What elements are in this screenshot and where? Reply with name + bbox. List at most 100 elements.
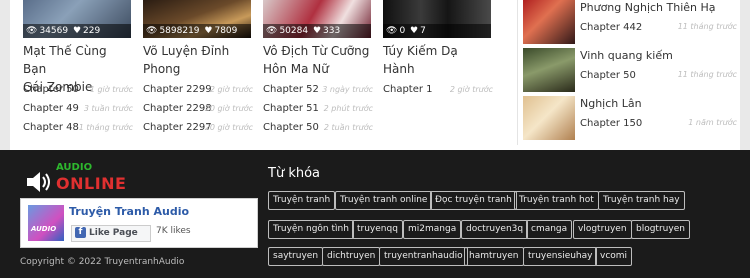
- chapter-row[interactable]: Chapter 2299 2 giờ trước: [143, 80, 253, 99]
- chapter-link[interactable]: Chapter 2297: [143, 122, 212, 133]
- comic-title[interactable]: Mạt Thế Cùng Bạn Gái Zombie: [23, 42, 133, 94]
- like-count: 229: [83, 26, 101, 36]
- sidebar-item[interactable]: Phương Nghịch Thiên Hạ Chapter 442 11 th…: [523, 0, 740, 46]
- keyword-tag[interactable]: dichtruyen: [322, 247, 381, 266]
- footer: AUDIO ONLINE AUDIO Truyện Tranh Audio fL…: [0, 150, 750, 278]
- keyword-tag[interactable]: Truyện tranh hay: [598, 191, 685, 210]
- sidebar-chapter-link[interactable]: Chapter 442: [580, 22, 642, 33]
- keyword-tag[interactable]: saytruyen: [268, 247, 324, 266]
- chapter-row[interactable]: Chapter 49 3 tuần trước: [23, 99, 133, 118]
- comic-card[interactable]: 👁 50284 ♥ 333 Vô Địch Từ Cưỡng Hôn Ma Nữ C…: [263, 0, 373, 137]
- sidebar-item[interactable]: Vinh quang kiếm Chapter 50 11 tháng trướ…: [523, 48, 740, 94]
- keyword-tag[interactable]: Truyện tranh hot: [514, 191, 599, 210]
- chapter-time: 2 giờ trước: [209, 85, 253, 94]
- chapter-row[interactable]: Chapter 48 1 tháng trước: [23, 118, 133, 137]
- eye-icon: 👁: [26, 26, 38, 36]
- chapter-link[interactable]: Chapter 52: [263, 84, 319, 95]
- chapter-row[interactable]: Chapter 51 2 phút trước: [263, 99, 373, 118]
- eye-icon: 👁: [266, 26, 278, 36]
- sidebar-item-title[interactable]: Vinh quang kiếm: [580, 49, 673, 62]
- chapter-row[interactable]: Chapter 52 3 ngày trước: [263, 80, 373, 99]
- like-count: 7: [420, 26, 426, 36]
- sidebar-chapter-link[interactable]: Chapter 150: [580, 118, 642, 129]
- comic-thumbnail[interactable]: 👁 34569 ♥ 229: [23, 0, 131, 38]
- sidebar-thumbnail[interactable]: [523, 0, 575, 44]
- chapter-time: 3 ngày trước: [322, 85, 373, 94]
- site-logo[interactable]: AUDIO ONLINE: [24, 162, 134, 198]
- chapter-time: 20 giờ trước: [204, 123, 253, 132]
- comic-card[interactable]: 👁 5898219 ♥ 7809 Võ Luyện Đỉnh Phong Chapt…: [143, 0, 253, 137]
- keyword-tag[interactable]: hamtruyen: [464, 247, 524, 266]
- chapter-link[interactable]: Chapter 50: [23, 84, 79, 95]
- chapter-row[interactable]: Chapter 50 2 tuần trước: [263, 118, 373, 137]
- chapter-link[interactable]: Chapter 2298: [143, 103, 212, 114]
- chapter-time: 1 giờ trước: [89, 85, 133, 94]
- facebook-like-count: 7K likes: [156, 226, 191, 236]
- keyword-tag[interactable]: mi2manga: [403, 220, 462, 239]
- keyword-tag[interactable]: Truyện tranh online: [335, 191, 433, 210]
- comic-thumbnail[interactable]: 👁 0 ♥ 7: [383, 0, 491, 38]
- view-count: 0: [399, 26, 406, 36]
- view-count: 5898219: [159, 26, 200, 36]
- heart-icon: ♥: [204, 26, 213, 36]
- chapter-link[interactable]: Chapter 2299: [143, 84, 212, 95]
- chapter-link[interactable]: Chapter 1: [383, 84, 433, 95]
- keyword-tag[interactable]: vlogtruyen: [573, 220, 632, 239]
- keyword-tag[interactable]: truyentranhaudio: [379, 247, 468, 266]
- facebook-page-name[interactable]: Truyện Tranh Audio: [69, 205, 189, 218]
- chapter-link[interactable]: Chapter 50: [263, 122, 319, 133]
- facebook-like-button[interactable]: f Like Page: [71, 225, 151, 242]
- logo-text-online: ONLINE: [56, 174, 127, 193]
- speaker-icon: [27, 172, 50, 192]
- facebook-icon: f: [75, 227, 86, 238]
- eye-icon: 👁: [146, 26, 158, 36]
- comic-title[interactable]: Vô Địch Từ Cưỡng Hôn Ma Nữ: [263, 42, 373, 80]
- eye-icon: 👁: [386, 26, 398, 36]
- keyword-tag[interactable]: truyenqq: [352, 220, 403, 239]
- sidebar-thumbnail[interactable]: [523, 96, 575, 140]
- sidebar-thumbnail[interactable]: [523, 48, 575, 92]
- thumbnail-stats: 👁 5898219 ♥ 7809: [143, 24, 251, 38]
- chapter-time: 1 tháng trước: [78, 123, 133, 132]
- chapter-row[interactable]: Chapter 1 2 giờ trước: [383, 80, 493, 99]
- chapter-link[interactable]: Chapter 51: [263, 103, 319, 114]
- copyright-text: Copyright © 2022 TruyentranhAudio: [20, 257, 185, 267]
- comic-card[interactable]: 👁 0 ♥ 7 Túy Kiếm Dạ Hành Chapter 1 2 giờ tr…: [383, 0, 493, 99]
- chapter-link[interactable]: Chapter 49: [23, 103, 79, 114]
- like-count: 333: [323, 26, 341, 36]
- sidebar-time: 11 tháng trước: [677, 70, 737, 79]
- chapter-row[interactable]: Chapter 50 1 giờ trước: [23, 80, 133, 99]
- comic-title[interactable]: Túy Kiếm Dạ Hành: [383, 42, 493, 80]
- facebook-page-image[interactable]: AUDIO: [28, 205, 64, 241]
- view-count: 50284: [279, 26, 309, 36]
- keyword-tag[interactable]: cmanga: [526, 220, 573, 239]
- heart-icon: ♥: [72, 26, 82, 36]
- comic-title[interactable]: Võ Luyện Đỉnh Phong: [143, 42, 253, 80]
- facebook-page-widget: AUDIO Truyện Tranh Audio f Like Page 7K l…: [20, 198, 258, 248]
- like-count: 7809: [214, 26, 238, 36]
- keyword-tag[interactable]: doctruyen3q: [461, 220, 529, 239]
- sidebar-item-title[interactable]: Phương Nghịch Thiên Hạ: [580, 1, 716, 14]
- comic-thumbnail[interactable]: 👁 50284 ♥ 333: [263, 0, 371, 38]
- chapter-link[interactable]: Chapter 48: [23, 122, 79, 133]
- keyword-tag[interactable]: Truyện tranh: [268, 191, 336, 210]
- thumbnail-stats: 👁 50284 ♥ 333: [263, 24, 371, 38]
- main-content: 👁 34569 ♥ 229 Mạt Thế Cùng Bạn Gái Zombie …: [10, 0, 740, 150]
- keyword-tag[interactable]: Truyện ngôn tình: [268, 220, 354, 239]
- chapter-time: 3 tuần trước: [83, 104, 133, 113]
- chapter-time: 2 phút trước: [323, 104, 373, 113]
- keyword-tag[interactable]: vcomi: [595, 247, 633, 266]
- keyword-tag[interactable]: blogtruyen: [631, 220, 690, 239]
- view-count: 34569: [39, 26, 69, 36]
- thumbnail-stats: 👁 34569 ♥ 229: [23, 24, 131, 38]
- chapter-row[interactable]: Chapter 2298 20 giờ trước: [143, 99, 253, 118]
- sidebar-item-title[interactable]: Nghịch Lân: [580, 97, 642, 110]
- chapter-row[interactable]: Chapter 2297 20 giờ trước: [143, 118, 253, 137]
- comic-thumbnail[interactable]: 👁 5898219 ♥ 7809: [143, 0, 251, 38]
- sidebar-chapter-link[interactable]: Chapter 50: [580, 70, 636, 81]
- keyword-tag[interactable]: Đọc truyện tranh: [430, 191, 517, 210]
- page: 👁 34569 ♥ 229 Mạt Thế Cùng Bạn Gái Zombie …: [0, 0, 750, 278]
- comic-card[interactable]: 👁 34569 ♥ 229 Mạt Thế Cùng Bạn Gái Zombie …: [23, 0, 133, 137]
- keyword-tag[interactable]: truyensieuhay: [523, 247, 598, 266]
- sidebar-item[interactable]: Nghịch Lân Chapter 150 1 năm trước: [523, 96, 740, 142]
